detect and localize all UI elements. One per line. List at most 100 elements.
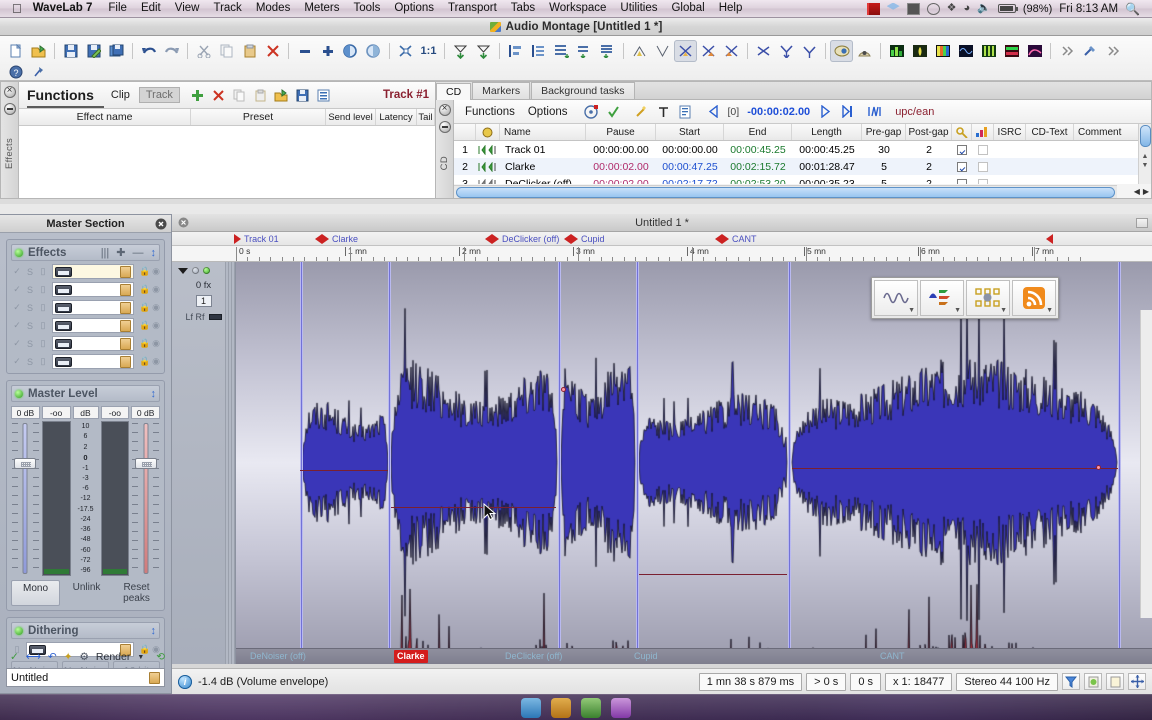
- snap-end-icon[interactable]: [472, 40, 495, 62]
- solo-icon[interactable]: S: [26, 267, 34, 277]
- move-icon[interactable]: [1128, 673, 1146, 690]
- wifi-icon[interactable]: ◕: [964, 3, 971, 14]
- bypass-check-icon[interactable]: ✓: [13, 356, 21, 367]
- transform-icon[interactable]: ⟷: [26, 651, 41, 663]
- row-flag-2[interactable]: [972, 175, 994, 184]
- status-selection-length[interactable]: 0 s: [850, 672, 881, 691]
- column-effect-name[interactable]: Effect name: [19, 109, 191, 125]
- battery-icon[interactable]: [997, 4, 1018, 13]
- tab-background-tasks[interactable]: Background tasks: [531, 82, 635, 99]
- effect-slot-1[interactable]: ✓ S ▯ 🔒 ◉: [11, 264, 160, 279]
- level-icon[interactable]: [908, 40, 931, 62]
- dropbox-icon[interactable]: [886, 2, 900, 10]
- master-level-led-icon[interactable]: [15, 389, 23, 398]
- spotlight-search-icon[interactable]: 🔍: [1125, 2, 1142, 16]
- clip-boundary[interactable]: [636, 262, 639, 664]
- envelope-point[interactable]: [1096, 465, 1101, 470]
- dropdown-caret-icon[interactable]: ▼: [1000, 307, 1007, 314]
- text-icon[interactable]: [654, 102, 673, 121]
- play-icon[interactable]: [816, 102, 835, 121]
- volume-envelope-line[interactable]: [391, 507, 556, 508]
- zoom-in-icon[interactable]: [362, 40, 385, 62]
- power-icon[interactable]: ◉: [152, 320, 160, 331]
- bypass-check-icon[interactable]: ✓: [13, 266, 21, 277]
- lock-icon[interactable]: 🔒: [139, 302, 150, 313]
- paste-icon[interactable]: [238, 40, 261, 62]
- green-doc-icon[interactable]: [1084, 673, 1102, 690]
- lock-icon[interactable]: 🔒: [139, 284, 150, 295]
- display-icon[interactable]: [906, 2, 920, 15]
- bypass-check-icon[interactable]: ✓: [13, 338, 21, 349]
- row-cd-text[interactable]: [1026, 141, 1074, 158]
- distribute-icon[interactable]: [550, 40, 573, 62]
- row-pre-gap[interactable]: 5: [862, 158, 906, 175]
- dock-icon[interactable]: [551, 698, 571, 718]
- slot-selector[interactable]: [52, 300, 134, 315]
- close-icon[interactable]: [3, 85, 16, 98]
- add-effect-icon[interactable]: [188, 86, 207, 105]
- marker-cupid[interactable]: Cupid: [564, 232, 605, 246]
- one-to-one-icon[interactable]: 1:1: [417, 40, 440, 62]
- phase-icon[interactable]: [977, 40, 1000, 62]
- align-left-icon[interactable]: [504, 40, 527, 62]
- expand-icon[interactable]: ↕: [151, 625, 157, 637]
- row-isrc[interactable]: [994, 158, 1026, 175]
- row-pre-gap[interactable]: 30: [862, 141, 906, 158]
- minimize-icon[interactable]: [3, 103, 16, 115]
- preset-box-icon[interactable]: [149, 671, 160, 684]
- marker-cant[interactable]: CANT: [715, 232, 757, 246]
- menu-item-tabs[interactable]: Tabs: [504, 0, 542, 17]
- track-control-panel[interactable]: 0 fx 1 Lf Rf: [172, 262, 236, 664]
- row-flag-1[interactable]: [952, 158, 972, 175]
- bluetooth-icon[interactable]: ❖: [947, 3, 957, 14]
- row-isrc[interactable]: [994, 141, 1026, 158]
- menu-item-track[interactable]: Track: [206, 0, 248, 17]
- volume-icon[interactable]: 🔈: [977, 3, 991, 14]
- copy-icon[interactable]: [215, 40, 238, 62]
- scroll-thumb[interactable]: [456, 187, 1115, 198]
- status-zoom-ratio[interactable]: x 1: 18477: [885, 672, 953, 691]
- cd-horizontal-scrollbar[interactable]: [454, 185, 1117, 198]
- left-gain-value[interactable]: 0 dB: [11, 406, 40, 419]
- preset-box-icon[interactable]: [120, 265, 131, 278]
- clip-name-declicker[interactable]: DeClicker (off): [502, 650, 565, 663]
- column-tail[interactable]: Tail: [417, 109, 435, 125]
- filter-icon[interactable]: [1062, 673, 1080, 690]
- effects-led-icon[interactable]: [15, 248, 23, 257]
- check-icon[interactable]: [604, 102, 623, 121]
- zoom-out-icon[interactable]: [339, 40, 362, 62]
- menu-item-meters[interactable]: Meters: [297, 0, 346, 17]
- bypass-check-icon[interactable]: ✓: [13, 302, 21, 313]
- bypass-check-icon[interactable]: ✓: [13, 320, 21, 331]
- env-up-icon[interactable]: [798, 40, 821, 62]
- clip-name-cupid[interactable]: Cupid: [631, 650, 661, 663]
- row-post-gap[interactable]: 2: [906, 175, 952, 185]
- table-row[interactable]: 3 DeClicker (off) 00:00:02.00 00:02:17.7…: [454, 175, 1151, 184]
- solo-icon[interactable]: S: [26, 303, 34, 313]
- waveform-tool-icon[interactable]: ▼: [874, 280, 918, 316]
- solo-icon[interactable]: S: [26, 339, 34, 349]
- undo-icon[interactable]: ↶: [48, 651, 57, 663]
- more-icon[interactable]: [1055, 40, 1078, 62]
- meter-icon[interactable]: [853, 40, 876, 62]
- effects-table-body[interactable]: [19, 126, 435, 198]
- effect-slot-6[interactable]: ✓ S ▯ 🔒 ◉: [11, 354, 160, 369]
- slot-selector[interactable]: [52, 282, 134, 297]
- column-preset[interactable]: Preset: [191, 109, 326, 125]
- copy-effect-icon[interactable]: [230, 86, 249, 105]
- cd-vertical-scrollbar[interactable]: ▲ ▼: [1138, 124, 1151, 184]
- preset-box-icon[interactable]: [120, 283, 131, 296]
- envelope-icon[interactable]: [752, 40, 775, 62]
- effect-slot-3[interactable]: ✓ S ▯ 🔒 ◉: [11, 300, 160, 315]
- cd-track-list[interactable]: 1 Track 01 00:00:00.00 00:00:00.00 00:00…: [454, 141, 1151, 184]
- right-gain-value[interactable]: 0 dB: [131, 406, 160, 419]
- scroll-right-icon[interactable]: ▶: [1143, 187, 1149, 196]
- snap-start-icon[interactable]: [449, 40, 472, 62]
- menu-item-edit[interactable]: Edit: [134, 0, 168, 17]
- volume-envelope-line[interactable]: [300, 470, 388, 471]
- slot-selector[interactable]: [52, 264, 134, 279]
- menu-item-tools[interactable]: Tools: [347, 0, 388, 17]
- volume-envelope-line[interactable]: [639, 574, 787, 575]
- report-icon[interactable]: [676, 102, 695, 121]
- tab-cd[interactable]: CD: [436, 83, 472, 100]
